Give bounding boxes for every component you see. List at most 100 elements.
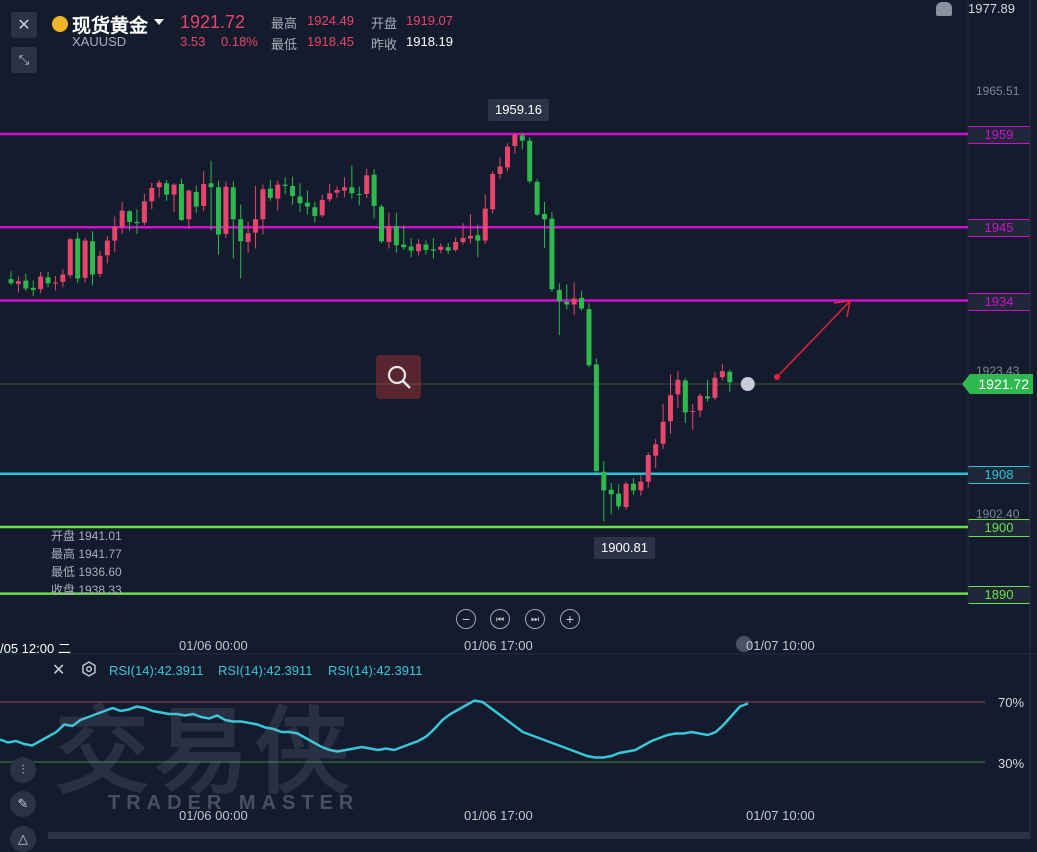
level-label-1900: 1900 <box>968 519 1030 537</box>
plus-icon: + <box>565 611 575 627</box>
candle-body <box>52 282 58 284</box>
candle-body <box>208 183 214 188</box>
candle-body <box>341 187 347 191</box>
level-label-1959: 1959 <box>968 126 1030 144</box>
candle-body <box>104 240 110 256</box>
prev-close-value: 1918.19 <box>406 34 453 49</box>
level-label-1908: 1908 <box>968 465 1030 484</box>
candle-body <box>564 301 570 305</box>
candle-body <box>630 483 636 491</box>
candle-body <box>245 233 251 242</box>
ohlc-low: 最低 1936.60 <box>51 565 122 579</box>
candle-body <box>697 395 703 411</box>
candle-body <box>445 247 451 251</box>
high-callout: 1959.16 <box>488 99 549 121</box>
scroll-left-button[interactable]: ⏮ <box>490 609 510 629</box>
candle-body <box>519 135 525 141</box>
skip-back-icon: ⏮ <box>495 613 505 624</box>
candle-body <box>275 184 281 199</box>
candle-body <box>675 379 681 395</box>
close-chart-button[interactable]: ✕ <box>11 12 37 38</box>
level-label-1890: 1890 <box>968 585 1030 604</box>
candle-body <box>438 246 444 250</box>
candle-body <box>75 238 81 279</box>
scroll-right-button[interactable]: ⏭ <box>525 609 545 629</box>
candle-body <box>556 289 562 302</box>
candle-body <box>623 483 629 508</box>
candle-body <box>416 243 422 252</box>
candle-body <box>90 241 96 275</box>
candle-body <box>645 455 651 482</box>
rsi-upper-label: 70% <box>998 695 1025 710</box>
candle-body <box>149 187 155 202</box>
shape-tool-button[interactable]: △ <box>10 826 36 852</box>
time-label-4: 01/07 10:00 <box>746 638 815 653</box>
last-price: 1921.72 <box>180 12 246 32</box>
search-button[interactable] <box>376 355 421 399</box>
candle-body <box>312 207 318 216</box>
change-percent: 0.18% <box>221 34 258 49</box>
candle-body <box>364 175 370 194</box>
open-label: 开盘 <box>371 16 398 31</box>
current-price-value: 1921.72 <box>978 376 1029 392</box>
time-label-3: 01/06 17:00 <box>464 638 533 653</box>
candle-body <box>430 249 436 251</box>
info-marker[interactable] <box>740 377 755 391</box>
candle-body <box>171 184 177 195</box>
indicator-tool-button[interactable]: ⫶ <box>10 757 36 783</box>
candle-body <box>141 201 147 223</box>
axis-max-value: 1965.51 <box>976 84 1020 98</box>
candle-body <box>82 240 88 278</box>
alarm-icon[interactable] <box>936 2 952 16</box>
candle-body <box>156 182 162 188</box>
candle-body <box>638 481 644 491</box>
candle-body <box>371 174 377 206</box>
candle-body <box>60 274 66 282</box>
candle-body <box>653 444 659 456</box>
candle-body <box>319 199 325 216</box>
time-label-1: /05 12:00 二 <box>0 641 71 656</box>
zoom-out-button[interactable]: − <box>456 609 476 629</box>
candle-body <box>719 371 725 378</box>
candle-body <box>23 280 29 289</box>
candle-body <box>571 298 577 305</box>
candle-body <box>727 371 733 383</box>
ohlc-close: 收盘 1938.33 <box>51 583 122 597</box>
low-value: 1918.45 <box>307 34 354 49</box>
candle-body <box>542 213 548 220</box>
open-value: 1919.07 <box>406 13 453 28</box>
level-label-1934: 1934 <box>968 292 1030 311</box>
collapse-button[interactable]: ⤡ <box>11 47 37 73</box>
candle-body <box>178 183 184 220</box>
candle-body <box>453 241 459 250</box>
low-callout: 1900.81 <box>594 537 655 559</box>
prev-close-label: 昨收 <box>371 37 398 52</box>
candle-body <box>193 191 199 207</box>
axis-top-value: 1977.89 <box>968 1 1015 16</box>
candle-body <box>282 184 288 186</box>
candle-body <box>386 225 392 242</box>
ohlc-open: 开盘 1941.01 <box>51 529 122 543</box>
candle-body <box>112 226 118 241</box>
candle-body <box>127 211 133 222</box>
candles-icon: ⫶ <box>21 762 25 777</box>
symbol-dropdown-icon[interactable] <box>154 19 164 25</box>
high-value: 1924.49 <box>307 13 354 28</box>
triangle-icon: △ <box>18 831 28 846</box>
candle-body <box>682 380 688 413</box>
zoom-in-button[interactable]: + <box>560 609 580 629</box>
trend-arrow-anchor <box>774 374 780 380</box>
candle-body <box>304 202 310 207</box>
candle-body <box>334 189 340 193</box>
candle-body <box>401 244 407 248</box>
settings-rsi-button[interactable] <box>81 661 97 677</box>
candle-body <box>616 493 622 507</box>
candle-body <box>534 181 540 215</box>
candle-body <box>290 185 296 196</box>
candle-body <box>408 246 414 251</box>
candle-body <box>667 395 673 422</box>
candle-body <box>253 219 259 233</box>
draw-tool-button[interactable]: ✎ <box>10 791 36 817</box>
minus-icon: − <box>461 611 471 627</box>
pencil-icon: ✎ <box>17 796 29 811</box>
